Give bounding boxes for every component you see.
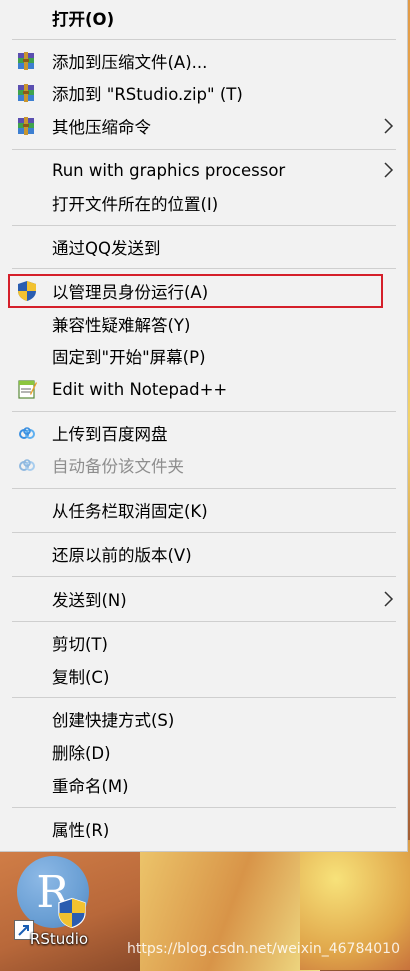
menu-separator — [12, 411, 396, 412]
menu-item-label: 复制(C) — [52, 668, 110, 687]
baidu-netdisk-icon — [16, 422, 38, 444]
menu-item-unpin-taskbar[interactable]: 从任务栏取消固定(K) — [0, 495, 408, 525]
menu-item-auto-backup-folder: 自动备份该文件夹 — [0, 450, 408, 480]
menu-separator — [12, 39, 396, 40]
menu-separator — [12, 576, 396, 577]
notepadpp-icon — [16, 378, 38, 400]
menu-item-label: 剪切(T) — [52, 635, 108, 654]
menu-separator — [12, 621, 396, 622]
menu-item-label: 删除(D) — [52, 744, 111, 763]
menu-item-pin-to-start[interactable]: 固定到"开始"屏幕(P) — [0, 341, 408, 371]
menu-item-label: Edit with Notepad++ — [52, 379, 228, 399]
menu-item-label: 自动备份该文件夹 — [52, 457, 184, 476]
context-menu: 打开(O) 添加到压缩文件(A)... 添加到 "RStudio.zip" (T… — [0, 0, 408, 852]
menu-item-label: 打开文件所在的位置(I) — [52, 195, 219, 214]
menu-item-add-to-zip[interactable]: 添加到 "RStudio.zip" (T) — [0, 78, 408, 108]
winrar-icon — [16, 82, 38, 104]
menu-item-troubleshoot-compat[interactable]: 兼容性疑难解答(Y) — [0, 309, 408, 339]
menu-item-label: 从任务栏取消固定(K) — [52, 502, 208, 521]
menu-item-label: 创建快捷方式(S) — [52, 711, 175, 730]
menu-separator — [12, 268, 396, 269]
menu-item-run-with-gpu[interactable]: Run with graphics processor — [0, 155, 408, 185]
menu-item-label: 发送到(N) — [52, 591, 127, 610]
chevron-right-icon — [380, 588, 396, 610]
menu-item-label: 还原以前的版本(V) — [52, 546, 192, 565]
menu-separator — [12, 488, 396, 489]
desktop-icon-label: RStudio — [29, 930, 89, 948]
menu-separator — [12, 807, 396, 808]
menu-item-label: 固定到"开始"屏幕(P) — [52, 348, 206, 367]
menu-item-other-compress[interactable]: 其他压缩命令 — [0, 111, 408, 141]
uac-shield-icon — [56, 896, 88, 934]
menu-separator — [12, 149, 396, 150]
menu-item-delete[interactable]: 删除(D) — [0, 737, 408, 767]
menu-item-label: 重命名(M) — [52, 777, 129, 796]
menu-separator — [12, 225, 396, 226]
menu-separator — [12, 532, 396, 533]
menu-item-label: 添加到压缩文件(A)... — [52, 53, 208, 72]
menu-item-send-via-qq[interactable]: 通过QQ发送到 — [0, 232, 408, 262]
menu-item-send-to[interactable]: 发送到(N) — [0, 584, 408, 614]
watermark-text: https://blog.csdn.net/weixin_46784010 — [126, 941, 400, 957]
winrar-icon — [16, 50, 38, 72]
menu-item-add-to-archive[interactable]: 添加到压缩文件(A)... — [0, 46, 408, 76]
menu-item-label: 其他压缩命令 — [52, 118, 151, 137]
desktop-shortcut-rstudio[interactable]: R RStudio — [12, 852, 102, 962]
menu-item-copy[interactable]: 复制(C) — [0, 661, 408, 691]
menu-item-restore-versions[interactable]: 还原以前的版本(V) — [0, 539, 408, 569]
menu-item-label: Run with graphics processor — [52, 160, 286, 180]
highlight-annotation-box — [8, 274, 383, 308]
menu-item-properties[interactable]: 属性(R) — [0, 814, 408, 844]
chevron-right-icon — [380, 159, 396, 181]
menu-item-upload-baidu[interactable]: 上传到百度网盘 — [0, 418, 408, 448]
menu-item-label: 打开(O) — [52, 10, 115, 29]
menu-item-label: 添加到 "RStudio.zip" (T) — [52, 85, 243, 104]
menu-item-create-shortcut[interactable]: 创建快捷方式(S) — [0, 704, 408, 734]
menu-item-open-file-location[interactable]: 打开文件所在的位置(I) — [0, 188, 408, 218]
menu-item-label: 上传到百度网盘 — [52, 425, 168, 444]
menu-item-open[interactable]: 打开(O) — [0, 3, 408, 33]
menu-item-rename[interactable]: 重命名(M) — [0, 770, 408, 800]
menu-item-edit-notepadpp[interactable]: Edit with Notepad++ — [0, 374, 408, 404]
baidu-netdisk-icon — [16, 454, 38, 476]
winrar-icon — [16, 115, 38, 137]
menu-separator — [12, 697, 396, 698]
menu-item-cut[interactable]: 剪切(T) — [0, 628, 408, 658]
menu-item-label: 兼容性疑难解答(Y) — [52, 316, 191, 335]
menu-item-label: 属性(R) — [52, 821, 110, 840]
chevron-right-icon — [380, 115, 396, 137]
menu-item-label: 通过QQ发送到 — [52, 239, 161, 258]
